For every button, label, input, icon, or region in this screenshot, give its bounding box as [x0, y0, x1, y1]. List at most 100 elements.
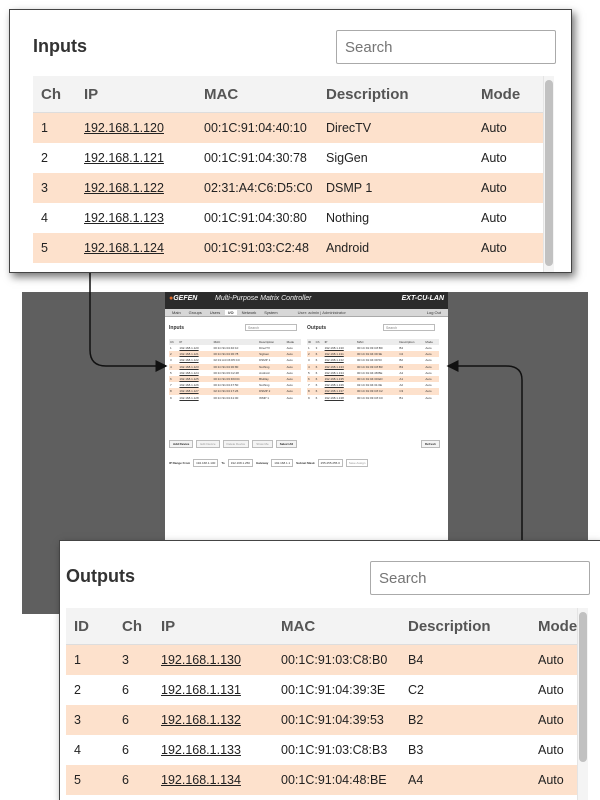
ip-range-to-field[interactable]: 192.168.1.250 [227, 459, 253, 467]
ip-range-to-label: To [221, 461, 225, 465]
nav-system[interactable]: System [261, 310, 280, 315]
ip-link-text[interactable]: 192.168.1.133 [161, 743, 241, 757]
ip-link[interactable]: 192.168.1.131 [153, 675, 273, 705]
inputs-col-mode[interactable]: Mode [473, 76, 543, 113]
inputs-col-ch[interactable]: Ch [33, 76, 76, 113]
ip-link[interactable]: 192.168.1.123 [76, 203, 196, 233]
inputs-col-description[interactable]: Description [318, 76, 473, 113]
ip-link-text[interactable]: 192.168.1.121 [84, 151, 164, 165]
table-cell: Auto [530, 705, 578, 735]
ip-link[interactable]: 192.168.1.122 [76, 173, 196, 203]
select-all-button[interactable]: Select All [275, 440, 298, 448]
ip-link[interactable]: 192.168.1.120 [76, 112, 196, 143]
ip-link-text[interactable]: 192.168.1.120 [84, 121, 164, 135]
ip-link-text[interactable]: 192.168.1.130 [161, 653, 241, 667]
subnet-mask-field[interactable]: 255.255.255.0 [317, 459, 343, 467]
inputs-callout: Inputs Ch IP MAC Description Mode 1 192.1… [9, 9, 572, 273]
edit-device-button[interactable]: Edit Device [196, 440, 220, 448]
outputs-col-ch[interactable]: Ch [114, 608, 153, 645]
logout-link[interactable]: Log Out [424, 310, 444, 315]
table-cell: Auto [473, 263, 543, 272]
table-cell: 6 [33, 263, 76, 272]
ip-link-text[interactable]: 192.168.1.125 [84, 271, 164, 272]
show-me-button[interactable]: Show Me [252, 440, 273, 448]
mini-table-cell: Auto [286, 395, 293, 400]
nav-groups[interactable]: Groups [186, 310, 205, 315]
ip-link[interactable]: 192.168.1.134 [153, 765, 273, 795]
ip-link[interactable]: 192.168.1.135 [153, 795, 273, 800]
outputs-table-row[interactable]: 1 3 192.168.1.130 00:1C:91:03:C8:B0 B4 Auto [66, 644, 578, 675]
nav-users[interactable]: Users [207, 310, 223, 315]
table-cell: C2 [408, 683, 424, 697]
mini-table-cell: B1 [399, 395, 404, 400]
ip-link-text[interactable]: 192.168.1.132 [161, 713, 241, 727]
inputs-table-row[interactable]: 3 192.168.1.122 02:31:A4:C6:D5:C0 DSMP 1 Aut… [33, 173, 543, 203]
ip-link[interactable]: 192.168.1.124 [76, 233, 196, 263]
ip-link-text[interactable]: 192.168.1.131 [161, 683, 241, 697]
inputs-table-row[interactable]: 2 192.168.1.121 00:1C:91:04:30:78 SigGen Aut… [33, 143, 543, 173]
inputs-col-mac[interactable]: MAC [196, 76, 318, 113]
ip-link[interactable]: 192.168.1.121 [76, 143, 196, 173]
table-cell: 00:1C:91:03:C2:48 [196, 233, 318, 263]
mini-header: ●GEFEN Multi-Purpose Matrix Controller E… [165, 292, 448, 309]
ip-link[interactable]: 192.168.1.132 [153, 705, 273, 735]
table-cell: 4 [41, 211, 48, 225]
nav-network[interactable]: Network [239, 310, 260, 315]
mini-ip-link[interactable]: 192.168.1.138 [324, 395, 356, 401]
ip-link[interactable]: 192.168.1.130 [153, 644, 273, 675]
mini-ip-link[interactable]: 192.168.1.128 [178, 395, 212, 401]
table-cell: Auto [530, 795, 578, 800]
delete-device-button[interactable]: Delete Device [222, 440, 250, 448]
gefen-logo: ●GEFEN [169, 295, 198, 302]
table-cell: Auto [538, 683, 564, 697]
outputs-table-row[interactable]: 2 6 192.168.1.131 00:1C:91:04:39:3E C2 Auto [66, 675, 578, 705]
inputs-search-input[interactable] [336, 30, 556, 64]
outputs-col-mode[interactable]: Mode [530, 608, 578, 645]
ip-link-text[interactable]: 192.168.1.122 [84, 181, 164, 195]
inputs-table-row[interactable]: 6 192.168.1.125 00:1C:91:03:D9:DCBluRayAut… [33, 263, 543, 272]
ip-link-text[interactable]: 192.168.1.123 [84, 211, 164, 225]
table-cell: 00:1C:91:04:48:BE [273, 765, 400, 795]
outputs-header-row: ID Ch IP MAC Description Mode [66, 608, 578, 645]
table-cell: B3 [408, 743, 424, 757]
outputs-scrollbar[interactable] [577, 608, 588, 800]
refresh-button[interactable]: Refresh [420, 440, 440, 448]
nav-io[interactable]: I/O [225, 310, 237, 315]
inputs-scrollbar[interactable] [543, 76, 554, 272]
mini-inputs-row[interactable]: 9 192.168.1.128 00:1C:91:04:41:00 WMP 1 Auto [169, 395, 301, 401]
outputs-col-mac[interactable]: MAC [273, 608, 400, 645]
inputs-table-row[interactable]: 4 192.168.1.123 00:1C:91:04:30:80 Nothing Au… [33, 203, 543, 233]
outputs-col-id[interactable]: ID [66, 608, 114, 645]
mini-inputs-search[interactable]: Search [245, 324, 297, 331]
ip-range-from-field[interactable]: 192.168.1.100 [193, 459, 219, 467]
outputs-table-row[interactable]: 3 6 192.168.1.132 00:1C:91:04:39:53 B2 Auto [66, 705, 578, 735]
save-assign-button[interactable]: Save Assign [345, 459, 369, 467]
outputs-search-input[interactable] [370, 561, 590, 595]
table-cell: 2 [41, 151, 48, 165]
inputs-table-row[interactable]: 5 192.168.1.124 00:1C:91:03:C2:48 Android Au… [33, 233, 543, 263]
ip-link[interactable]: 192.168.1.133 [153, 735, 273, 765]
inputs-col-ip[interactable]: IP [76, 76, 196, 113]
outputs-table-row[interactable]: 4 6 192.168.1.133 00:1C:91:03:C8:B3 B3 Auto [66, 735, 578, 765]
outputs-table-row[interactable]: 66192.168.1.13500:1C:91:04:30:EDA1Auto [66, 795, 578, 800]
add-device-button[interactable]: Add Device [169, 440, 194, 448]
ip-link-text[interactable]: 192.168.1.124 [84, 241, 164, 255]
inputs-table-row[interactable]: 1 192.168.1.120 00:1C:91:04:40:10 DirecTV Au… [33, 112, 543, 143]
mini-outputs-search[interactable]: Search [383, 324, 435, 331]
gateway-field[interactable]: 192.168.1.1 [271, 459, 294, 467]
mini-outputs-row[interactable]: 9 6 192.168.1.138 00:1C:91:03:C8:C0 B1 Auto [307, 395, 439, 401]
outputs-col-ip[interactable]: IP [153, 608, 273, 645]
mini-table-cell: 9 [308, 395, 310, 400]
inputs-header-row: Ch IP MAC Description Mode [33, 76, 543, 113]
nav-main[interactable]: Main [169, 310, 184, 315]
table-cell: 00:1C:91:04:39:3E [281, 683, 386, 697]
outputs-col-description[interactable]: Description [400, 608, 530, 645]
inputs-title: Inputs [33, 36, 87, 56]
outputs-table-row[interactable]: 5 6 192.168.1.134 00:1C:91:04:48:BE A4 Auto [66, 765, 578, 795]
ip-link[interactable]: 192.168.1.125 [76, 263, 196, 272]
inputs-scrollbar-thumb[interactable] [545, 80, 553, 266]
table-cell: A1 [400, 795, 530, 800]
ip-link-text[interactable]: 192.168.1.134 [161, 773, 241, 787]
ip-range-row: IP Range From 192.168.1.100 To 192.168.1… [169, 459, 369, 467]
outputs-scrollbar-thumb[interactable] [579, 612, 587, 762]
